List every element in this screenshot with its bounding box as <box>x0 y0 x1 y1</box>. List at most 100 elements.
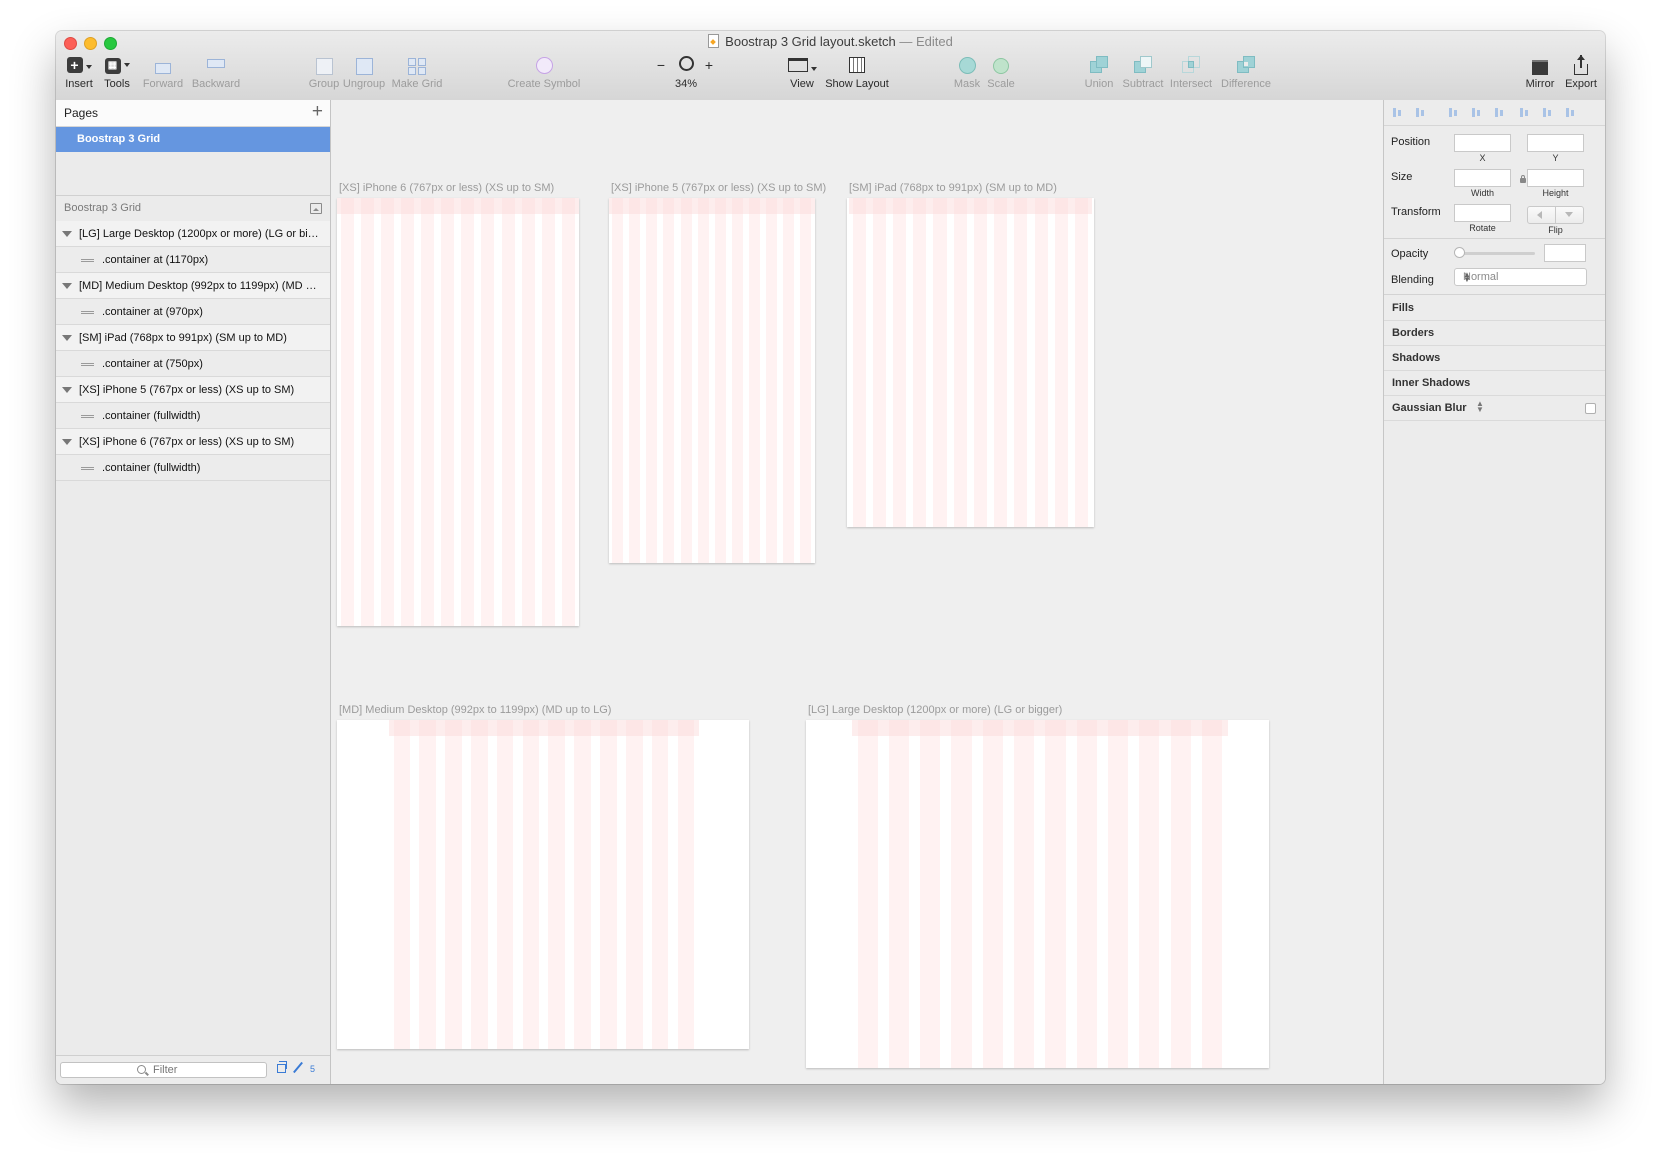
layer-container-sm[interactable]: .container at (750px) <box>56 351 330 377</box>
difference-icon <box>1237 55 1255 76</box>
view-button[interactable]: View <box>780 55 824 90</box>
make-grid-button[interactable]: Make Grid <box>390 55 444 90</box>
lock-icon[interactable] <box>1520 175 1526 183</box>
gaussian-blur-checkbox[interactable] <box>1585 403 1596 414</box>
layer-container-lg[interactable]: .container at (1170px) <box>56 247 330 273</box>
layer-filter[interactable] <box>60 1062 267 1078</box>
artboard-large-desktop[interactable] <box>806 720 1269 1068</box>
layer-group-xs-iphone6[interactable]: [XS] iPhone 6 (767px or less) (XS up to … <box>56 429 330 455</box>
tools-button[interactable]: ▦ Tools <box>98 55 136 90</box>
layer-container-xs-iphone5[interactable]: .container (fullwidth) <box>56 403 330 429</box>
union-icon <box>1090 55 1108 76</box>
position-y-field[interactable] <box>1527 134 1584 152</box>
union-button[interactable]: Union <box>1082 55 1116 90</box>
align-center-icon[interactable] <box>1470 106 1482 118</box>
disclosure-triangle-icon[interactable] <box>62 231 72 237</box>
zoom-in-button[interactable]: + <box>702 57 716 73</box>
mask-button[interactable]: Mask <box>950 55 984 90</box>
align-middle-icon[interactable] <box>1541 106 1553 118</box>
canvas[interactable]: [XS] iPhone 6 (767px or less) (XS up to … <box>331 100 1383 1084</box>
chevron-updown-icon[interactable]: ▲ ▼ <box>1476 400 1484 414</box>
artboard-ipad[interactable] <box>847 198 1094 527</box>
opacity-slider-track[interactable] <box>1460 252 1535 255</box>
artboard-iphone6[interactable] <box>337 198 579 626</box>
grid-column <box>852 198 866 527</box>
artboard-title[interactable]: [LG] Large Desktop (1200px or more) (LG … <box>808 704 1062 716</box>
artboard-title[interactable]: [MD] Medium Desktop (992px to 1199px) (M… <box>339 704 611 716</box>
layer-label: [SM] iPad (768px to 991px) (SM up to MD) <box>79 332 287 344</box>
blending-label: Blending <box>1391 274 1434 286</box>
opacity-slider-knob[interactable] <box>1454 247 1465 258</box>
intersect-button[interactable]: Intersect <box>1166 55 1216 90</box>
grid-header-band <box>389 720 699 736</box>
pen-filter-icon[interactable] <box>293 1061 303 1074</box>
window-title: Boostrap 3 Grid layout.sketch — Edited <box>56 34 1605 49</box>
height-field[interactable] <box>1527 169 1584 187</box>
ungroup-button[interactable]: Ungroup <box>340 55 388 90</box>
shadows-section[interactable]: Shadows <box>1384 346 1605 371</box>
symbols-filter-icon[interactable] <box>277 1061 287 1073</box>
artboard-title[interactable]: [SM] iPad (768px to 991px) (SM up to MD) <box>849 182 1057 194</box>
grid-column <box>400 198 414 626</box>
grid-column <box>461 198 475 626</box>
grid-column <box>646 198 658 563</box>
disclosure-triangle-icon[interactable] <box>62 283 72 289</box>
layer-group-lg[interactable]: [LG] Large Desktop (1200px or more) (LG … <box>56 221 330 247</box>
zoom-out-button[interactable]: − <box>654 57 668 73</box>
difference-button[interactable]: Difference <box>1218 55 1274 90</box>
distribute-horizontal-icon[interactable] <box>1391 106 1403 118</box>
layer-group-sm[interactable]: [SM] iPad (768px to 991px) (SM up to MD) <box>56 325 330 351</box>
create-symbol-button[interactable]: Create Symbol <box>504 55 584 90</box>
mirror-button[interactable]: Mirror <box>1520 55 1560 90</box>
disclosure-triangle-icon[interactable] <box>62 387 72 393</box>
add-page-icon[interactable]: + <box>312 100 323 124</box>
export-button[interactable]: Export <box>1560 55 1602 90</box>
inner-shadows-section[interactable]: Inner Shadows <box>1384 371 1605 396</box>
align-bottom-icon[interactable] <box>1564 106 1576 118</box>
artboard-medium-desktop[interactable] <box>337 720 749 1049</box>
backward-button[interactable]: Backward <box>186 55 246 90</box>
artboard-title[interactable]: [XS] iPhone 6 (767px or less) (XS up to … <box>339 182 554 194</box>
width-field[interactable] <box>1454 169 1511 187</box>
disclosure-triangle-icon[interactable] <box>62 335 72 341</box>
flip-buttons[interactable] <box>1527 206 1584 224</box>
insert-button[interactable]: + Insert <box>60 55 98 90</box>
tools-icon: ▦ <box>98 55 136 76</box>
opacity-field[interactable] <box>1544 244 1586 262</box>
artboard-title[interactable]: [XS] iPhone 5 (767px or less) (XS up to … <box>611 182 826 194</box>
gaussian-blur-section[interactable]: Gaussian Blur ▲ ▼ <box>1384 396 1605 421</box>
align-left-icon[interactable] <box>1447 106 1459 118</box>
forward-button[interactable]: Forward <box>136 55 190 90</box>
distribute-vertical-icon[interactable] <box>1414 106 1426 118</box>
align-right-icon[interactable] <box>1493 106 1505 118</box>
page-item-boostrap-3-grid[interactable]: Boostrap 3 Grid <box>56 127 330 152</box>
artboard-iphone5[interactable] <box>609 198 815 563</box>
layers-header: Boostrap 3 Grid <box>56 195 330 222</box>
rotate-field[interactable] <box>1454 204 1511 222</box>
divider <box>1384 294 1605 295</box>
layer-group-xs-iphone5[interactable]: [XS] iPhone 5 (767px or less) (XS up to … <box>56 377 330 403</box>
blending-select[interactable]: Normal ▲ ▼ <box>1454 268 1587 286</box>
flip-horizontal-icon[interactable] <box>1537 211 1542 219</box>
grid-column <box>714 198 726 563</box>
insert-icon: + <box>60 55 98 76</box>
fills-section[interactable]: Fills <box>1384 296 1605 321</box>
position-x-field[interactable] <box>1454 134 1511 152</box>
disclosure-triangle-icon[interactable] <box>62 439 72 445</box>
flip-vertical-icon[interactable] <box>1565 212 1573 217</box>
scale-button[interactable]: Scale <box>984 55 1018 90</box>
grid-column <box>340 198 354 626</box>
collapse-layers-icon[interactable] <box>310 203 322 214</box>
filter-input[interactable] <box>153 1063 253 1077</box>
show-layout-button[interactable]: Show Layout <box>822 55 892 90</box>
layer-container-xs-iphone6[interactable]: .container (fullwidth) <box>56 455 330 481</box>
grid-header-band <box>337 198 579 214</box>
view-icon <box>780 55 824 76</box>
layer-container-md[interactable]: .container at (970px) <box>56 299 330 325</box>
layer-group-md[interactable]: [MD] Medium Desktop (992px to 1199px) (M… <box>56 273 330 299</box>
borders-section[interactable]: Borders <box>1384 321 1605 346</box>
layer-label: [MD] Medium Desktop (992px to 1199px) (M… <box>79 280 319 292</box>
align-top-icon[interactable] <box>1518 106 1530 118</box>
grid-column <box>612 198 624 563</box>
subtract-button[interactable]: Subtract <box>1120 55 1166 90</box>
